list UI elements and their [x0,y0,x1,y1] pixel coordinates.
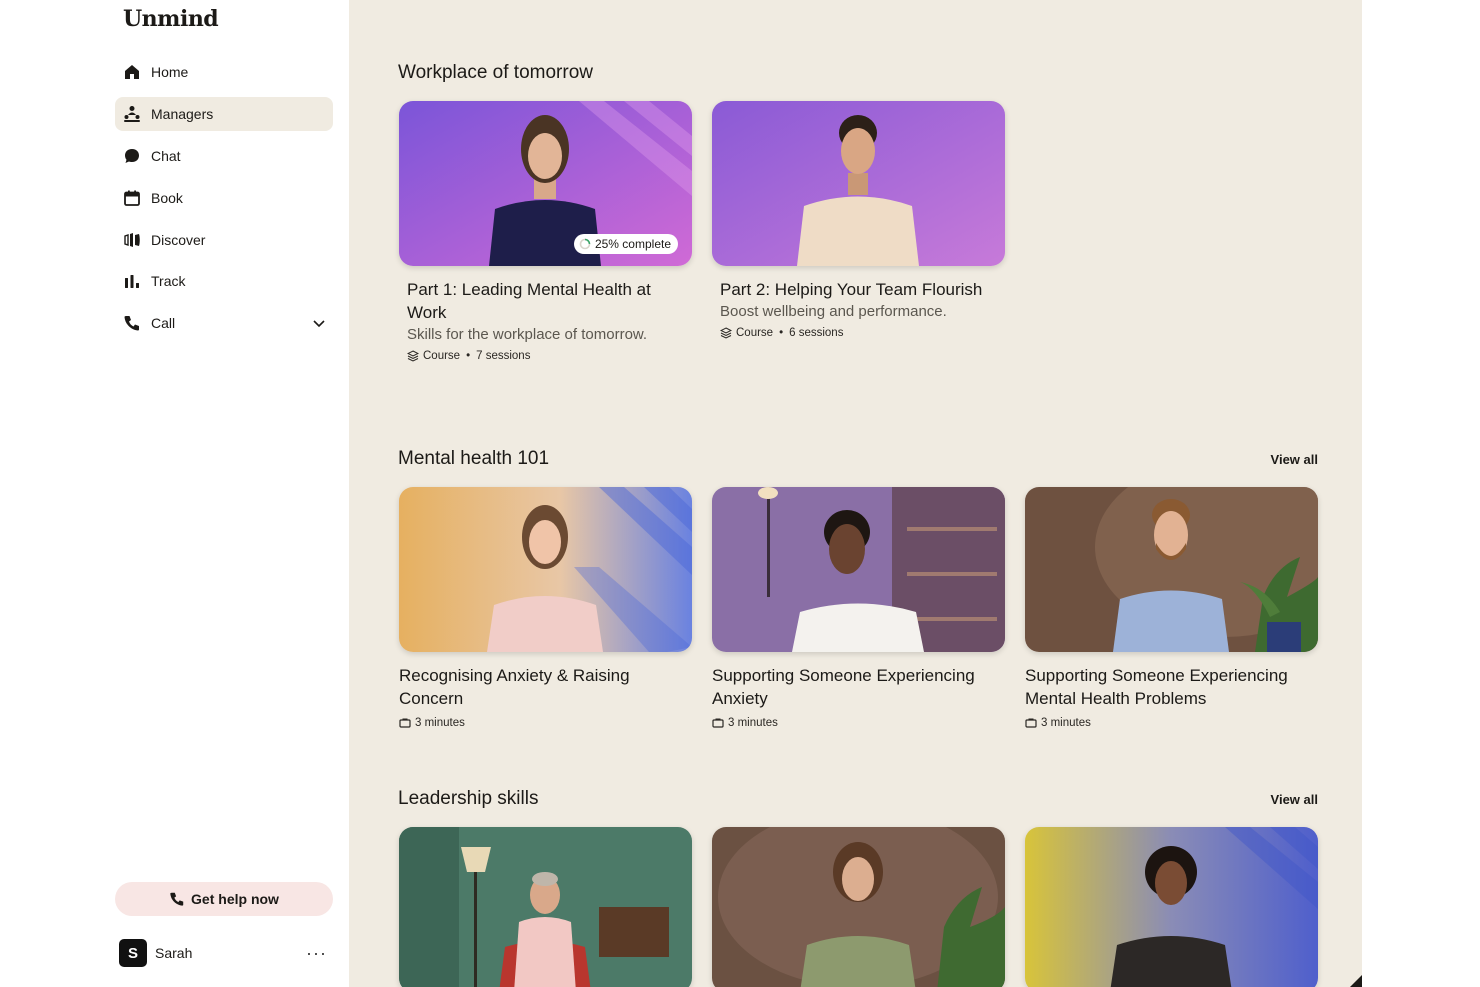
card-sessions: 7 sessions [476,350,531,362]
sidebar-item-label: Managers [151,106,214,122]
video-thumbnail[interactable] [399,487,692,652]
video-icon [1025,718,1037,728]
video-thumbnail[interactable] [1025,827,1318,987]
progress-badge: 25% complete [573,234,678,254]
view-all-link[interactable]: View all [1271,792,1318,807]
card-title[interactable]: Recognising Anxiety & Raising Concern [399,664,679,710]
sidebar-item-discover[interactable]: Discover [115,223,333,257]
video-card[interactable] [399,827,692,987]
presenter-image [399,827,692,987]
card-meta: 3 minutes [1025,717,1318,729]
user-name: Sarah [155,945,193,961]
card-title[interactable]: Supporting Someone Experiencing Anxiety [712,664,992,710]
chat-icon [123,147,141,165]
phone-icon [170,892,184,906]
video-icon [712,718,724,728]
sidebar-item-chat[interactable]: Chat [115,139,333,173]
video-card[interactable] [712,827,1005,987]
view-all-link[interactable]: View all [1271,452,1318,467]
layers-icon [720,327,732,339]
presenter-image [712,101,1005,266]
managers-icon [123,105,141,123]
presenter-image [712,827,1005,987]
section-title: Mental health 101 [398,448,550,469]
get-help-now-label: Get help now [191,891,279,907]
sidebar-item-label: Home [151,64,189,80]
discover-icon [123,231,141,249]
course-card[interactable]: Part 2: Helping Your Team Flourish Boost… [712,101,1005,339]
card-title[interactable]: Part 2: Helping Your Team Flourish [720,278,1000,301]
card-duration: 3 minutes [415,717,465,729]
user-profile[interactable]: S Sarah ··· [119,939,331,967]
sidebar-item-book[interactable]: Book [115,181,333,215]
progress-label: 25% complete [594,237,671,251]
card-duration: 3 minutes [728,717,778,729]
card-meta: 3 minutes [712,717,1005,729]
sidebar-item-label: Chat [151,148,181,164]
chevron-down-icon[interactable] [311,315,327,331]
video-thumbnail[interactable] [712,827,1005,987]
calendar-icon [123,189,141,207]
course-thumbnail[interactable] [712,101,1005,266]
sidebar-item-label: Book [151,190,183,206]
sidebar-item-label: Call [151,315,176,331]
layers-icon [407,350,419,362]
separator-dot: • [466,350,471,362]
card-title[interactable]: Supporting Someone Experiencing Mental H… [1025,664,1305,710]
section-title: Leadership skills [398,788,539,809]
decorative-corner [1350,975,1362,987]
sidebar-item-call[interactable]: Call [115,306,333,340]
separator-dot: • [779,327,784,339]
video-card[interactable]: Supporting Someone Experiencing Anxiety … [712,487,1005,729]
video-thumbnail[interactable] [399,827,692,987]
card-meta: Course • 7 sessions [407,350,692,362]
sidebar-item-home[interactable]: Home [115,55,333,89]
video-thumbnail[interactable] [1025,487,1318,652]
avatar: S [119,939,147,967]
card-meta: Course • 6 sessions [720,327,1005,339]
card-type: Course [423,350,461,362]
app-logo[interactable]: Unmind [123,6,219,32]
presenter-image [1025,827,1318,987]
video-icon [399,718,411,728]
card-meta: 3 minutes [399,717,692,729]
course-thumbnail[interactable]: 25% complete [399,101,692,266]
main-content: Workplace of tomorrow 25% complete Part … [349,0,1362,987]
phone-icon [123,314,141,332]
home-icon [123,63,141,81]
video-thumbnail[interactable] [712,487,1005,652]
course-card[interactable]: 25% complete Part 1: Leading Mental Heal… [399,101,692,362]
card-subtitle: Skills for the workplace of tomorrow. [407,326,648,343]
sidebar: Unmind Home Managers Chat Book Discover [0,0,349,987]
section-title: Workplace of tomorrow [398,62,593,83]
bar-chart-icon [123,272,141,290]
sidebar-item-label: Discover [151,232,206,248]
video-card[interactable]: Supporting Someone Experiencing Mental H… [1025,487,1318,729]
card-title[interactable]: Part 1: Leading Mental Health at Work [407,278,687,324]
presenter-image [399,487,692,652]
sidebar-item-label: Track [151,273,186,289]
get-help-now-button[interactable]: Get help now [115,882,333,916]
card-duration: 3 minutes [1041,717,1091,729]
card-type: Course [736,327,774,339]
sidebar-item-managers[interactable]: Managers [115,97,333,131]
more-options-icon[interactable]: ··· [306,939,327,967]
card-sessions: 6 sessions [789,327,844,339]
card-subtitle: Boost wellbeing and performance. [720,303,947,320]
video-card[interactable]: Recognising Anxiety & Raising Concern 3 … [399,487,692,729]
sidebar-item-track[interactable]: Track [115,264,333,298]
presenter-image [712,487,1005,652]
presenter-image [1025,487,1318,652]
progress-ring-icon [579,238,591,250]
video-card[interactable] [1025,827,1318,987]
